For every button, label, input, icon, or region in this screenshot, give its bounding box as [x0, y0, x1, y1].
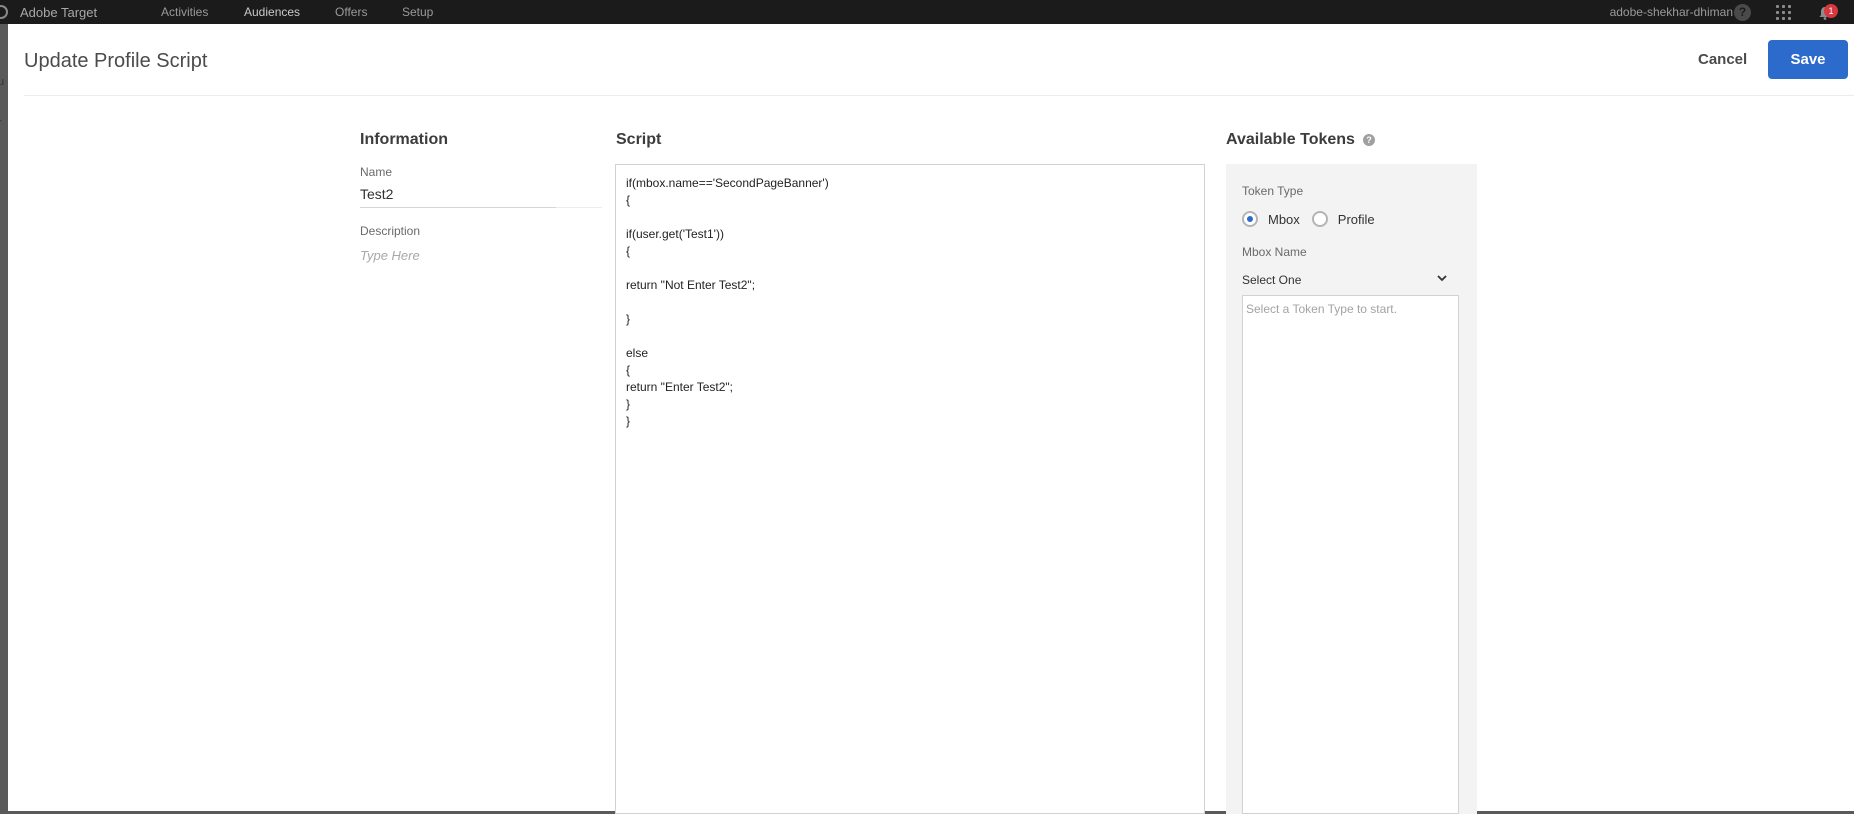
available-tokens-title: Available Tokens — [1226, 131, 1355, 148]
brand-label: Adobe Target — [20, 4, 98, 20]
information-heading: Information — [360, 131, 448, 148]
cancel-button[interactable]: Cancel — [1698, 51, 1747, 68]
radio-profile-label[interactable]: Profile — [1338, 212, 1375, 227]
global-nav-bar: Adobe Target Activities Audiences Offers… — [0, 0, 1854, 24]
script-line: { — [626, 193, 631, 207]
background-page-edge: u r — [0, 24, 8, 811]
script-line: return "Not Enter Test2"; — [626, 278, 756, 292]
script-heading: Script — [616, 131, 662, 148]
background-text-fragment: r — [0, 117, 2, 129]
info-icon[interactable]: ? — [1362, 134, 1375, 146]
token-type-radio-group: Mbox Profile — [1242, 211, 1387, 227]
script-line: if(mbox.name=='SecondPageBanner') — [626, 176, 829, 190]
script-line: if(user.get('Test1')) — [626, 227, 724, 241]
script-line: } — [626, 397, 631, 411]
mbox-name-select[interactable]: Select One — [1242, 269, 1452, 291]
help-icon[interactable]: ? — [1734, 4, 1751, 21]
script-line: { — [626, 363, 631, 377]
select-value: Select One — [1242, 273, 1302, 287]
chevron-down-icon — [1437, 275, 1447, 282]
script-line: return "Enter Test2"; — [626, 380, 734, 394]
tokens-panel: Token Type Mbox Profile Mbox Name Select… — [1226, 164, 1477, 814]
nav-audiences[interactable]: Audiences — [244, 0, 300, 24]
header-divider — [24, 95, 1854, 96]
radio-profile[interactable] — [1311, 211, 1328, 227]
save-button[interactable]: Save — [1768, 40, 1848, 79]
modal-header: Update Profile Script Cancel Save — [8, 24, 1854, 95]
script-line — [626, 294, 1194, 311]
radio-mbox[interactable] — [1242, 211, 1258, 227]
name-input[interactable] — [360, 181, 556, 208]
nav-activities[interactable]: Activities — [161, 0, 208, 24]
script-line — [626, 260, 1194, 277]
available-tokens-heading: Available Tokens ? — [1226, 131, 1375, 149]
description-label: Description — [360, 224, 421, 238]
mbox-name-label: Mbox Name — [1242, 245, 1307, 259]
adobe-target-logo-icon — [0, 5, 8, 19]
user-name[interactable]: adobe-shekhar-dhiman — [1610, 0, 1733, 24]
background-text-fragment: u — [0, 76, 5, 88]
app-switcher-icon[interactable] — [1776, 5, 1793, 20]
script-line: else — [626, 346, 649, 360]
script-line: } — [626, 414, 631, 428]
name-underline — [556, 207, 602, 208]
nav-setup[interactable]: Setup — [402, 0, 433, 24]
notification-badge: 1 — [1824, 4, 1838, 18]
modal-title: Update Profile Script — [24, 50, 208, 72]
script-line: { — [626, 244, 631, 258]
radio-mbox-label[interactable]: Mbox — [1268, 212, 1300, 227]
update-profile-script-modal: Update Profile Script Cancel Save Inform… — [8, 24, 1854, 814]
description-input[interactable] — [360, 244, 556, 266]
script-line: } — [626, 312, 631, 326]
script-editor[interactable]: if(mbox.name=='SecondPageBanner') { if(u… — [615, 164, 1205, 814]
token-list[interactable]: Select a Token Type to start. — [1242, 295, 1459, 814]
name-label: Name — [360, 165, 393, 179]
token-list-placeholder: Select a Token Type to start. — [1246, 302, 1397, 316]
script-line — [626, 328, 1194, 345]
brand[interactable]: Adobe Target — [0, 0, 97, 24]
script-line — [626, 209, 1194, 226]
nav-offers[interactable]: Offers — [335, 0, 367, 24]
token-type-label: Token Type — [1242, 184, 1304, 198]
